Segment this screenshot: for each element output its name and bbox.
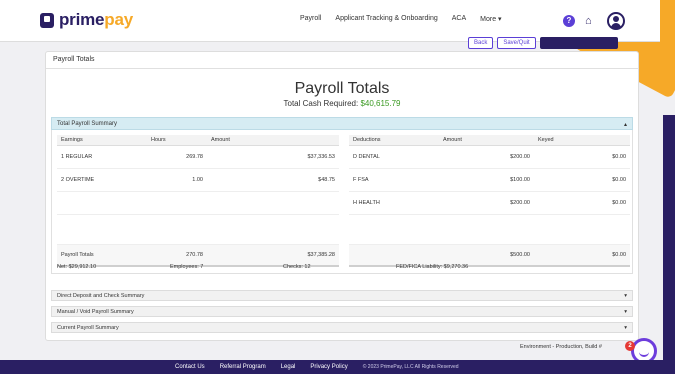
- cell: 2 OVERTIME: [57, 168, 147, 192]
- cell: 1 REGULAR: [57, 145, 147, 169]
- section-label: Manual / Void Payroll Summary: [57, 309, 134, 315]
- cell: $200.00: [439, 145, 534, 169]
- back-button[interactable]: Back: [468, 37, 494, 49]
- cell: D DENTAL: [349, 145, 439, 169]
- section-current-payroll[interactable]: Current Payroll Summary ▾: [51, 322, 633, 333]
- decorative-side-bar: [663, 115, 675, 374]
- environment-info: Environment - Production, Build #: [520, 344, 602, 350]
- cell: $0.00: [534, 168, 630, 192]
- logo-icon: [40, 12, 54, 28]
- cell: $37,336.53: [207, 145, 339, 169]
- col-earnings: Earnings: [57, 135, 147, 146]
- employee-count: Employees: 7: [170, 264, 204, 270]
- action-bar: Back Save/Quit: [468, 37, 618, 49]
- section-label: Direct Deposit and Check Summary: [57, 293, 145, 299]
- cell: $100.00: [439, 168, 534, 192]
- earnings-table: Earnings Hours Amount 1 REGULAR 269.78 $…: [57, 135, 339, 267]
- notification-badge: 2: [625, 341, 635, 351]
- cash-amount: $40,615.79: [360, 99, 401, 108]
- cell: H HEALTH: [349, 191, 439, 215]
- cell: $200.00: [439, 191, 534, 215]
- total-cash-required: Total Cash Required: $40,615.79: [46, 99, 638, 108]
- user-avatar-icon[interactable]: [607, 12, 625, 30]
- table-row: H HEALTH $200.00 $0.00: [349, 191, 630, 215]
- footer-referral-link[interactable]: Referral Program: [220, 364, 266, 370]
- cell: $0.00: [534, 145, 630, 169]
- home-icon[interactable]: ⌂: [585, 15, 597, 27]
- nav-aca[interactable]: ACA: [452, 15, 466, 23]
- help-icon[interactable]: ?: [563, 15, 575, 27]
- summary-body: Earnings Hours Amount 1 REGULAR 269.78 $…: [51, 130, 633, 274]
- summary-label: Total Payroll Summary: [57, 121, 118, 127]
- nav-applicant-tracking[interactable]: Applicant Tracking & Onboarding: [335, 15, 437, 23]
- check-count: Checks: 12: [283, 264, 311, 270]
- footer: Contact Us Referral Program Legal Privac…: [0, 360, 675, 374]
- footer-privacy-link[interactable]: Privacy Policy: [310, 364, 347, 370]
- summary-header[interactable]: Total Payroll Summary ▴: [51, 117, 633, 130]
- logo-text: primepay: [59, 10, 133, 29]
- totals-row: Payroll Totals 270.78 $37,385.28: [57, 243, 339, 267]
- nav-payroll[interactable]: Payroll: [300, 15, 321, 23]
- col-keyed: Keyed: [534, 135, 630, 146]
- logo[interactable]: primepay: [40, 10, 133, 30]
- summary-stats: Net: $29,912.10 Employees: 7 Checks: 12 …: [57, 264, 627, 270]
- table-row: D DENTAL $200.00 $0.00: [349, 145, 630, 169]
- cell: F FSA: [349, 168, 439, 192]
- cell: $0.00: [534, 243, 630, 267]
- cell: Payroll Totals: [57, 243, 147, 267]
- total-payroll-summary: Total Payroll Summary ▴ Earnings Hours A…: [51, 117, 633, 274]
- card-header: Payroll Totals: [46, 52, 638, 69]
- chevron-down-icon[interactable]: ▾: [624, 293, 627, 299]
- table-row: [57, 214, 339, 245]
- top-nav: primepay Payroll Applicant Tracking & On…: [0, 0, 660, 42]
- table-row: 2 OVERTIME 1.00 $48.75: [57, 168, 339, 192]
- primary-action-button[interactable]: [539, 37, 618, 49]
- cell: $500.00: [439, 243, 534, 267]
- footer-copyright: © 2023 PrimePay, LLC All Rights Reserved: [362, 364, 459, 370]
- cell: $0.00: [534, 191, 630, 215]
- section-label: Current Payroll Summary: [57, 325, 119, 331]
- nav-links: Payroll Applicant Tracking & Onboarding …: [300, 15, 502, 23]
- section-manual-void[interactable]: Manual / Void Payroll Summary ▾: [51, 306, 633, 317]
- deductions-table: Deductions Amount Keyed D DENTAL $200.00…: [349, 135, 630, 267]
- cell: [349, 243, 439, 267]
- cell: 1.00: [147, 168, 207, 192]
- net-total: Net: $29,912.10: [57, 264, 97, 270]
- nav-icons: ? ⌂: [563, 12, 625, 30]
- cash-label: Total Cash Required:: [283, 99, 359, 108]
- cell: 269.78: [147, 145, 207, 169]
- col-amount: Amount: [439, 135, 534, 146]
- chevron-down-icon[interactable]: ▾: [624, 325, 627, 331]
- page-title: Payroll Totals: [294, 80, 390, 97]
- chevron-up-icon[interactable]: ▴: [624, 121, 627, 128]
- col-deductions: Deductions: [349, 135, 439, 146]
- table-row: [57, 191, 339, 215]
- col-hours: Hours: [147, 135, 207, 146]
- save-quit-button[interactable]: Save/Quit: [497, 37, 536, 49]
- nav-more[interactable]: More ▾: [480, 15, 501, 23]
- col-amount: Amount: [207, 135, 339, 146]
- footer-legal-link[interactable]: Legal: [281, 364, 296, 370]
- table-row: F FSA $100.00 $0.00: [349, 168, 630, 192]
- fed-fica-liability: FED/FICA Liability: $9,270.36: [396, 264, 469, 270]
- cell: 270.78: [147, 243, 207, 267]
- table-row: [349, 214, 630, 245]
- cell: $37,385.28: [207, 243, 339, 267]
- totals-row: $500.00 $0.00: [349, 243, 630, 267]
- table-row: 1 REGULAR 269.78 $37,336.53: [57, 145, 339, 169]
- cell: $48.75: [207, 168, 339, 192]
- chevron-down-icon[interactable]: ▾: [624, 309, 627, 315]
- payroll-totals-card: Payroll Totals Payroll Totals Total Cash…: [45, 51, 639, 341]
- section-direct-deposit[interactable]: Direct Deposit and Check Summary ▾: [51, 290, 633, 301]
- footer-contact-link[interactable]: Contact Us: [175, 364, 205, 370]
- app-root: primepay Payroll Applicant Tracking & On…: [0, 0, 675, 374]
